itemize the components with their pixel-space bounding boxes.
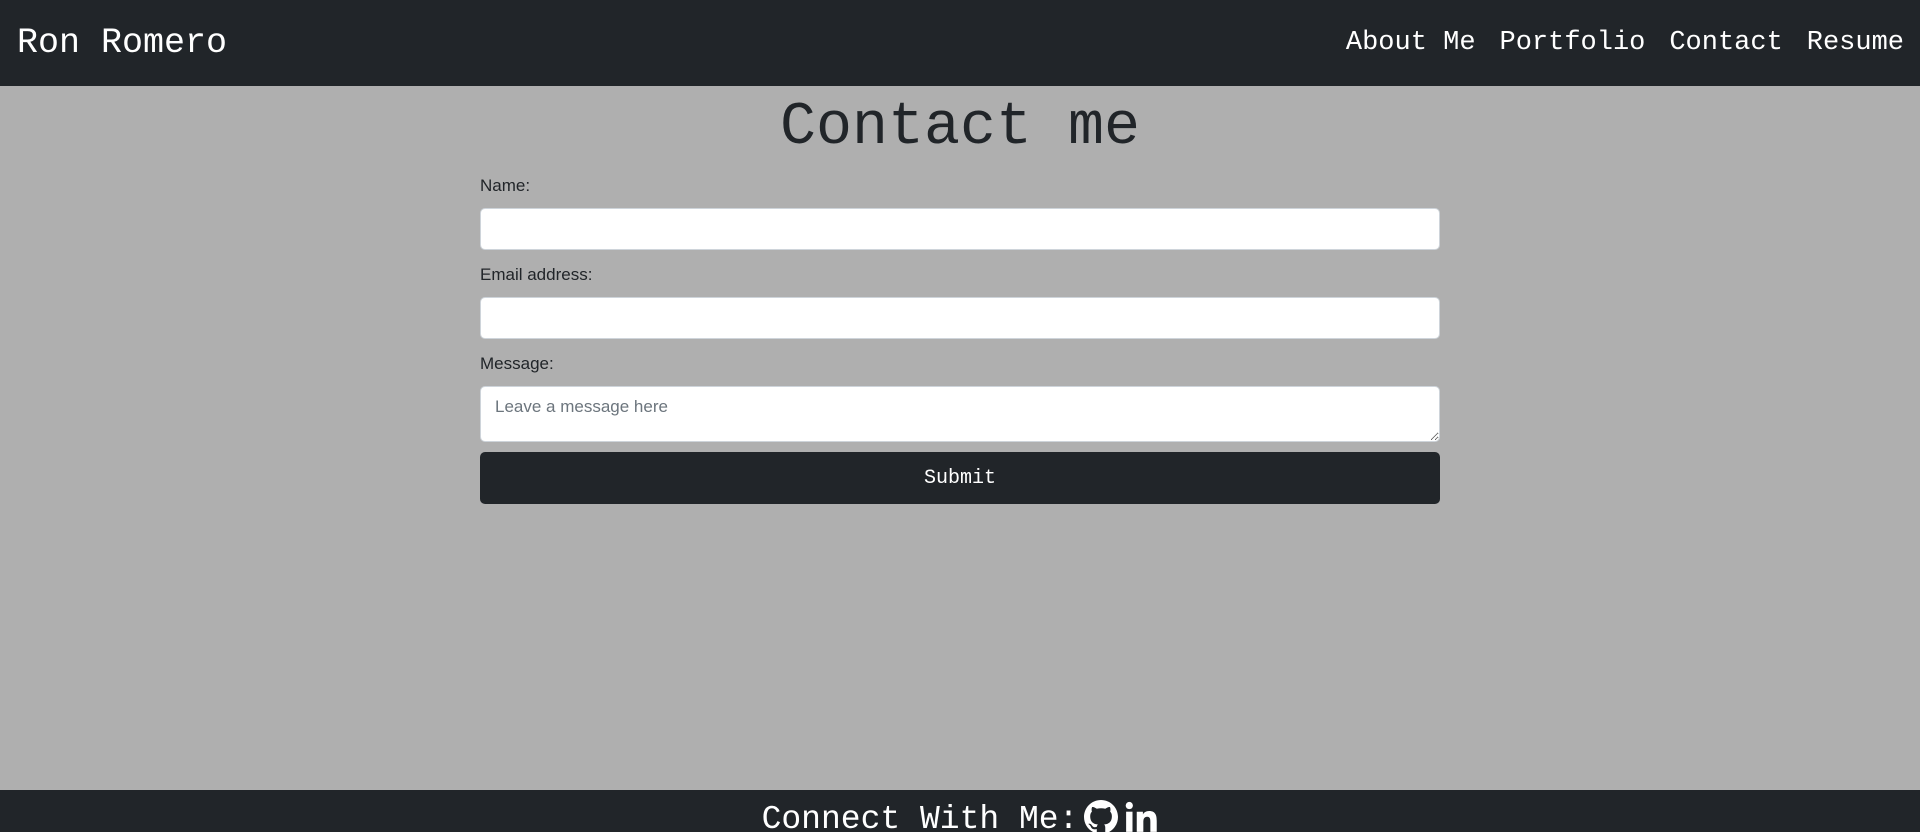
message-textarea[interactable] bbox=[480, 386, 1440, 442]
github-icon[interactable] bbox=[1084, 800, 1119, 832]
submit-button[interactable]: Submit bbox=[480, 452, 1440, 504]
name-label: Name: bbox=[480, 176, 531, 195]
nav-link-resume[interactable]: Resume bbox=[1807, 28, 1904, 58]
email-label: Email address: bbox=[480, 265, 593, 284]
footer: Connect With Me: bbox=[0, 790, 1920, 832]
page-title: Contact me bbox=[779, 94, 1141, 162]
brand-link[interactable]: Ron Romero bbox=[17, 23, 227, 63]
contact-form: Name: Email address: Message: Submit bbox=[480, 170, 1440, 504]
footer-connect-text: Connect With Me: bbox=[761, 801, 1079, 832]
nav-link-portfolio[interactable]: Portfolio bbox=[1500, 28, 1646, 58]
navbar: Ron Romero About Me Portfolio Contact Re… bbox=[0, 0, 1920, 86]
nav-links: About Me Portfolio Contact Resume bbox=[1346, 28, 1904, 58]
email-input[interactable] bbox=[480, 297, 1440, 339]
message-label: Message: bbox=[480, 354, 554, 373]
name-input[interactable] bbox=[480, 208, 1440, 250]
nav-link-contact[interactable]: Contact bbox=[1669, 28, 1782, 58]
nav-link-about-me[interactable]: About Me bbox=[1346, 28, 1476, 58]
linkedin-icon[interactable] bbox=[1124, 800, 1158, 832]
